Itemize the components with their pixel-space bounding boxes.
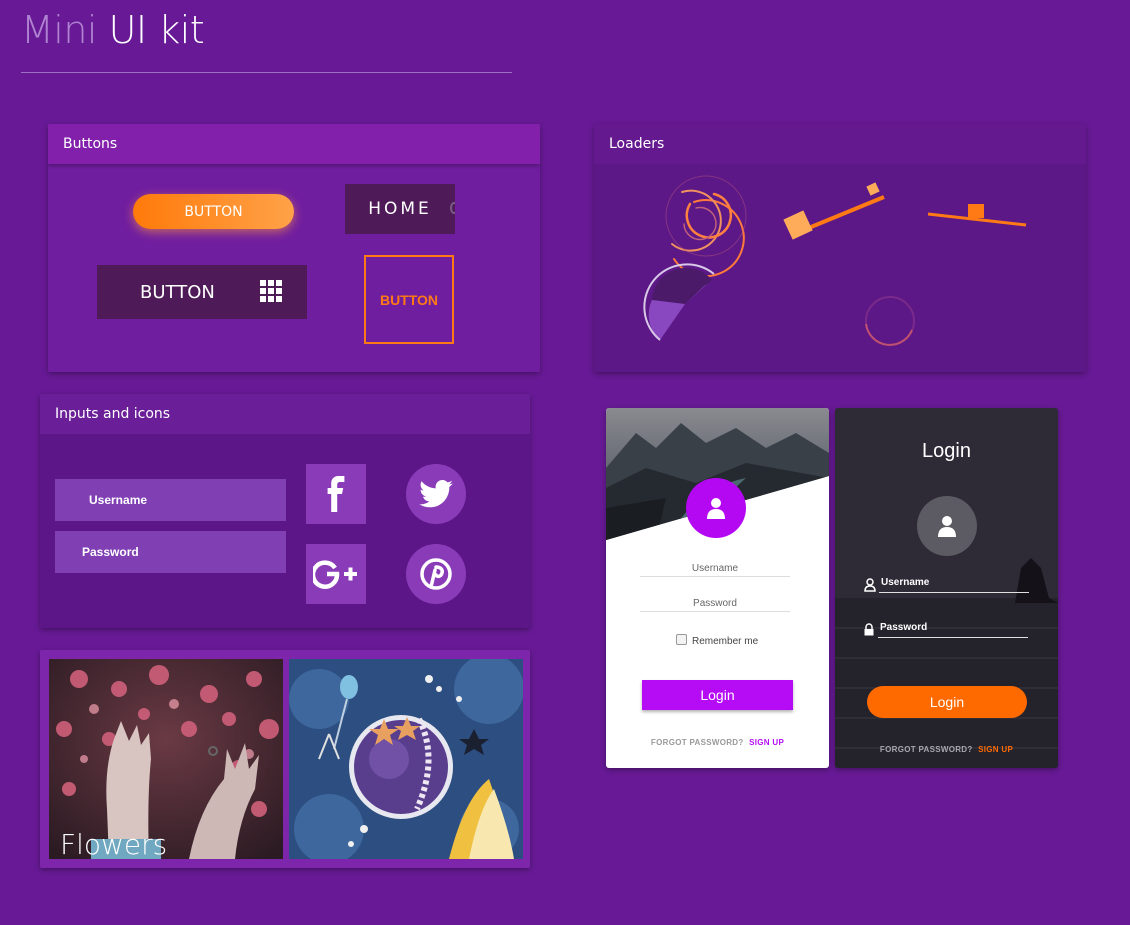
smoothie-image[interactable]: [289, 659, 523, 859]
seesaw-loader-flat: [927, 204, 1027, 227]
buttons-card-title: Buttons: [48, 124, 540, 164]
title-part-mini: Mini: [21, 8, 98, 52]
pinterest-icon[interactable]: [406, 544, 466, 604]
username-placeholder: Username: [89, 493, 148, 507]
facebook-icon[interactable]: [306, 464, 366, 524]
signup-link[interactable]: SIGN UP: [749, 738, 784, 747]
google-plus-icon[interactable]: [306, 544, 366, 604]
forgot-password-link-dark[interactable]: FORGOT PASSWORD?: [880, 745, 973, 754]
twitter-icon[interactable]: [406, 464, 466, 524]
login-title: Login: [922, 440, 971, 462]
user-icon: [938, 516, 956, 537]
flowers-caption: Flowers: [60, 828, 168, 859]
home-button-label: HOME: [368, 199, 432, 219]
user-outline-icon: [864, 578, 876, 592]
remember-checkbox[interactable]: [676, 633, 687, 645]
password-field-dark[interactable]: Password: [878, 622, 1028, 638]
user-avatar: [686, 478, 746, 538]
login-button-light[interactable]: Login: [642, 680, 793, 710]
home-button[interactable]: HOME: [345, 184, 455, 234]
title-divider: [21, 72, 512, 73]
login-form-light: Username Password Remember me Login FORG…: [606, 408, 829, 768]
apps-grid-icon: [260, 280, 282, 302]
password-field-placeholder: Password: [693, 598, 737, 609]
smoothie-bowl-photo: [289, 659, 523, 859]
login-links-light: FORGOT PASSWORD? SIGN UP: [606, 738, 829, 747]
username-field-dark[interactable]: Username: [879, 577, 1029, 593]
outline-button[interactable]: BUTTON: [364, 255, 454, 344]
images-card: Flowers: [40, 650, 530, 868]
login-button-dark[interactable]: Login: [867, 686, 1027, 718]
partial-icon: [450, 202, 455, 214]
user-icon: [707, 498, 725, 519]
username-field[interactable]: Username: [640, 563, 790, 577]
user-avatar-dark: [917, 496, 977, 556]
password-placeholder: Password: [82, 545, 139, 559]
remember-me: Remember me: [676, 631, 758, 647]
login-links-dark: FORGOT PASSWORD? SIGN UP: [835, 745, 1058, 754]
buttons-card: Buttons: [48, 124, 540, 372]
ring-loader: [665, 175, 747, 278]
login-form-dark: Login Username Password Login FORGOT PAS…: [835, 408, 1058, 768]
username-input[interactable]: Username: [55, 479, 286, 521]
password-field[interactable]: Password: [640, 598, 790, 612]
username-label-dark: Username: [881, 577, 930, 588]
flowers-image[interactable]: Flowers: [49, 659, 283, 859]
pill-button[interactable]: BUTTON: [133, 194, 294, 229]
loaders-card-title: Loaders: [594, 124, 1086, 164]
signup-link-dark[interactable]: SIGN UP: [978, 745, 1013, 754]
grid-button-label: BUTTON: [140, 281, 215, 303]
remember-label: Remember me: [692, 636, 759, 647]
loaders-graphics: [643, 175, 1027, 346]
faint-ring-loader: [865, 296, 915, 346]
title-part-ui-kit: UI kit: [108, 8, 205, 52]
pie-loader: [643, 263, 715, 341]
forgot-password-link[interactable]: FORGOT PASSWORD?: [651, 738, 744, 747]
grid-button[interactable]: BUTTON: [97, 265, 307, 319]
inputs-card-title: Inputs and icons: [40, 394, 530, 434]
seesaw-loader-tilted: [783, 182, 885, 240]
username-field-placeholder: Username: [691, 563, 739, 574]
password-input[interactable]: Password: [55, 531, 286, 573]
page-title: Mini UI kit: [21, 8, 205, 52]
password-label-dark: Password: [880, 622, 928, 633]
lock-icon: [864, 623, 874, 636]
